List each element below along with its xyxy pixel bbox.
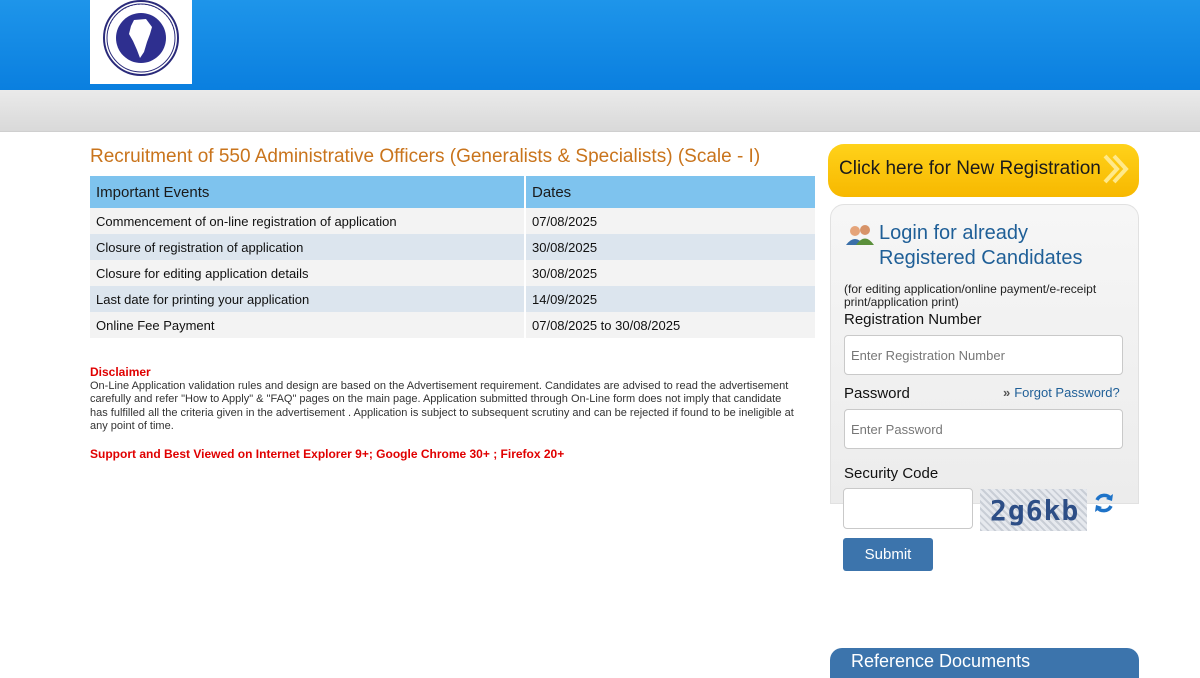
- login-note: (for editing application/online payment/…: [844, 282, 1097, 309]
- password-label: Password: [844, 385, 910, 402]
- security-code-input[interactable]: [843, 488, 973, 529]
- submit-button[interactable]: Submit: [843, 538, 933, 571]
- company-logo[interactable]: [90, 0, 192, 84]
- forgot-password-label: Forgot Password?: [1014, 385, 1120, 400]
- disclaimer-section: Disclaimer On-Line Application validatio…: [90, 365, 802, 461]
- login-panel: Login for already Registered Candidates …: [830, 204, 1139, 504]
- event-cell: Closure of registration of application: [90, 234, 526, 260]
- table-row: Closure of registration of application 3…: [90, 234, 817, 260]
- captcha-image: 2g6kb: [980, 489, 1087, 531]
- security-code-label: Security Code: [844, 465, 939, 482]
- registration-number-label: Registration Number: [844, 311, 982, 328]
- table-header-row: Important Events Dates: [90, 176, 817, 208]
- date-cell: 30/08/2025: [525, 234, 817, 260]
- date-cell: 07/08/2025: [525, 208, 817, 234]
- double-chevron-right-icon: [1103, 154, 1129, 184]
- navigation-bar: [0, 90, 1200, 132]
- logo-emblem-icon: [103, 0, 179, 76]
- main-content: Recruitment of 550 Administrative Office…: [90, 146, 818, 461]
- table-row: Online Fee Payment 07/08/2025 to 30/08/2…: [90, 312, 817, 338]
- column-header-events: Important Events: [90, 176, 526, 208]
- forgot-password-link[interactable]: » Forgot Password?: [1003, 385, 1120, 400]
- table-row: Closure for editing application details …: [90, 260, 817, 286]
- event-cell: Closure for editing application details: [90, 260, 526, 286]
- refresh-icon[interactable]: [1092, 491, 1116, 515]
- event-cell: Online Fee Payment: [90, 312, 526, 338]
- login-title: Login for already Registered Candidates: [879, 222, 1083, 269]
- important-events-table: Important Events Dates Commencement of o…: [90, 176, 817, 338]
- date-cell: 07/08/2025 to 30/08/2025: [525, 312, 817, 338]
- column-header-dates: Dates: [525, 176, 817, 208]
- event-cell: Last date for printing your application: [90, 286, 526, 312]
- registration-number-input[interactable]: [844, 335, 1123, 375]
- password-input[interactable]: [844, 409, 1123, 449]
- reference-documents-header[interactable]: Reference Documents: [830, 648, 1139, 678]
- browser-support-note: Support and Best Viewed on Internet Expl…: [90, 446, 565, 461]
- disclaimer-title: Disclaimer: [90, 365, 151, 379]
- users-icon: [846, 225, 874, 245]
- table-row: Last date for printing your application …: [90, 286, 817, 312]
- date-cell: 14/09/2025: [525, 286, 817, 312]
- page-header: [0, 0, 1200, 90]
- captcha-text: 2g6kb: [990, 494, 1080, 527]
- new-registration-label: Click here for New Registration: [839, 158, 1101, 179]
- new-registration-button[interactable]: Click here for New Registration: [828, 144, 1139, 197]
- event-cell: Commencement of on-line registration of …: [90, 208, 526, 234]
- date-cell: 30/08/2025: [525, 260, 817, 286]
- page-title: Recruitment of 550 Administrative Office…: [90, 146, 761, 167]
- disclaimer-text: On-Line Application validation rules and…: [90, 379, 794, 433]
- table-row: Commencement of on-line registration of …: [90, 208, 817, 234]
- double-chevron-right-icon: »: [1003, 385, 1011, 400]
